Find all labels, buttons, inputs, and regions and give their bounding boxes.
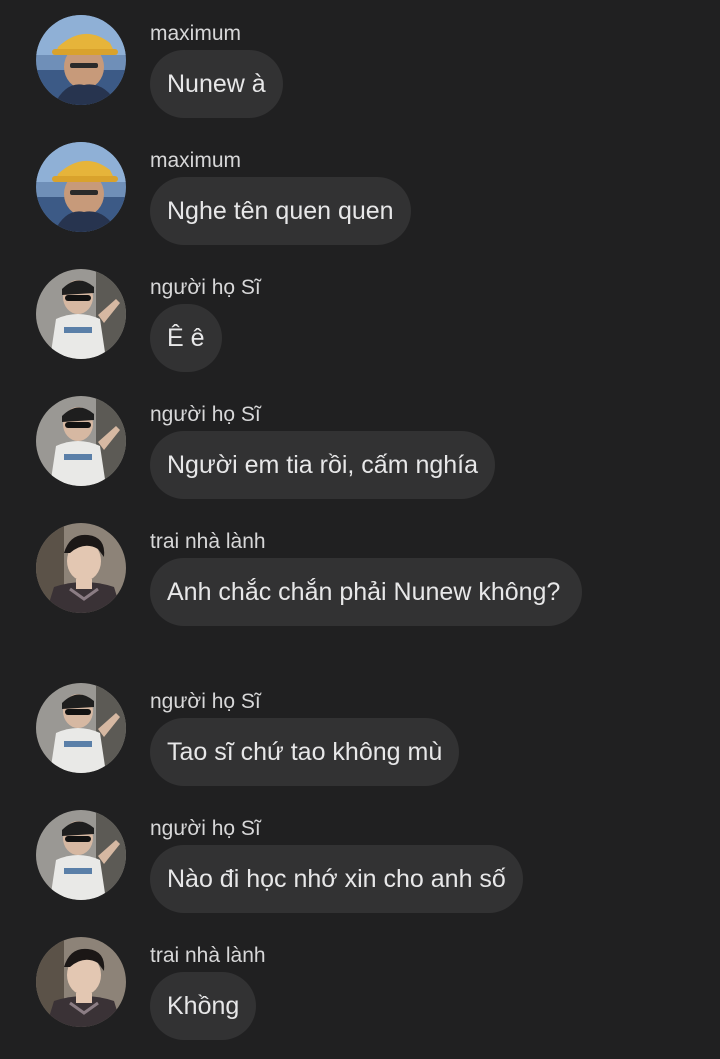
- sender-name: trai nhà lành: [150, 944, 266, 967]
- message-bubble[interactable]: Anh chắc chắn phải Nunew không?: [150, 558, 582, 626]
- message-bubble[interactable]: Ê ê: [150, 304, 222, 372]
- sender-name: người họ Sĩ: [150, 276, 261, 299]
- sender-name: maximum: [150, 22, 242, 45]
- nguoi-ho-si-avatar[interactable]: [36, 810, 126, 900]
- sender-name: maximum: [150, 149, 242, 172]
- nguoi-ho-si-avatar[interactable]: [36, 683, 126, 773]
- maximum-avatar[interactable]: [36, 142, 126, 232]
- sender-name: trai nhà lành: [150, 530, 266, 553]
- trai-nha-lanh-avatar[interactable]: [36, 937, 126, 1027]
- message-bubble[interactable]: Tao sĩ chứ tao không mù: [150, 718, 460, 786]
- sender-name: người họ Sĩ: [150, 817, 261, 840]
- sender-name: người họ Sĩ: [150, 690, 261, 713]
- nguoi-ho-si-avatar[interactable]: [36, 269, 126, 359]
- message-bubble[interactable]: Nghe tên quen quen: [150, 177, 411, 245]
- message-bubble[interactable]: Nunew à: [150, 50, 283, 118]
- chat-thread: maximum Nunew à maximum Nghe tên quen qu…: [0, 0, 720, 1059]
- nguoi-ho-si-avatar[interactable]: [36, 396, 126, 486]
- maximum-avatar[interactable]: [36, 15, 126, 105]
- message-bubble[interactable]: Người em tia rồi, cấm nghía: [150, 431, 496, 499]
- trai-nha-lanh-avatar[interactable]: [36, 523, 126, 613]
- sender-name: người họ Sĩ: [150, 403, 261, 426]
- message-bubble[interactable]: Khồng: [150, 972, 257, 1040]
- message-bubble[interactable]: Nào đi học nhớ xin cho anh số: [150, 845, 523, 913]
